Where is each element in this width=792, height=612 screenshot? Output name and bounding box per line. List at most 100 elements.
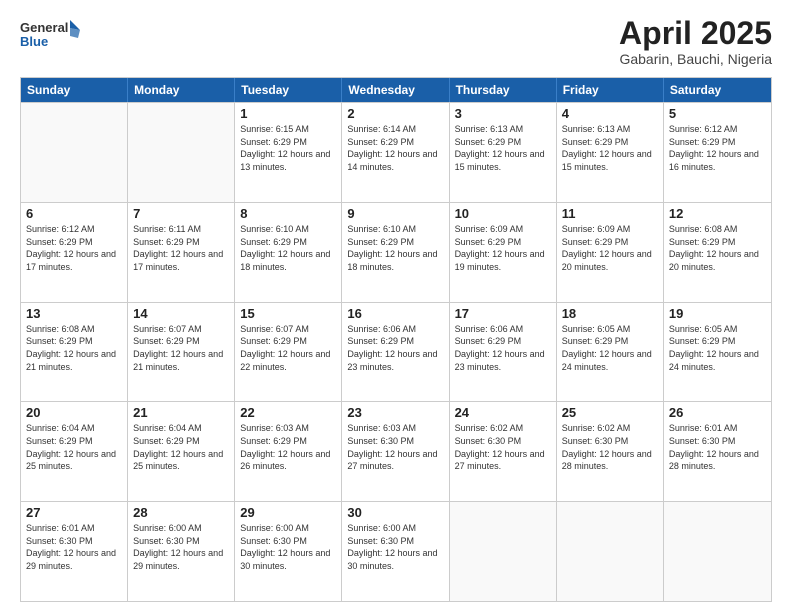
- day-number: 8: [240, 206, 336, 221]
- calendar-body: 1 Sunrise: 6:15 AM Sunset: 6:29 PM Daylig…: [21, 102, 771, 601]
- cal-cell: 12 Sunrise: 6:08 AM Sunset: 6:29 PM Dayli…: [664, 203, 771, 302]
- day-number: 7: [133, 206, 229, 221]
- day-number: 13: [26, 306, 122, 321]
- day-info: Sunrise: 6:08 AM Sunset: 6:29 PM Dayligh…: [26, 323, 122, 373]
- day-info: Sunrise: 6:02 AM Sunset: 6:30 PM Dayligh…: [455, 422, 551, 472]
- day-info: Sunrise: 6:01 AM Sunset: 6:30 PM Dayligh…: [669, 422, 766, 472]
- cal-cell: 6Sunrise: 6:12 AM Sunset: 6:29 PM Daylig…: [21, 203, 128, 302]
- cal-cell: [664, 502, 771, 601]
- cal-cell: 30Sunrise: 6:00 AM Sunset: 6:30 PM Dayli…: [342, 502, 449, 601]
- day-info: Sunrise: 6:07 AM Sunset: 6:29 PM Dayligh…: [133, 323, 229, 373]
- day-number: 20: [26, 405, 122, 420]
- svg-text:Blue: Blue: [20, 34, 48, 49]
- cal-cell: 20 Sunrise: 6:04 AM Sunset: 6:29 PM Dayli…: [21, 402, 128, 501]
- day-info: Sunrise: 6:09 AM Sunset: 6:29 PM Dayligh…: [455, 223, 551, 273]
- cal-header-day: Sunday: [21, 78, 128, 102]
- cal-cell: 1 Sunrise: 6:15 AM Sunset: 6:29 PM Daylig…: [235, 103, 342, 202]
- day-info: Sunrise: 6:13 AM Sunset: 6:29 PM Dayligh…: [455, 123, 551, 173]
- cal-cell: 13 Sunrise: 6:08 AM Sunset: 6:29 PM Dayli…: [21, 303, 128, 402]
- day-number: 14: [133, 306, 229, 321]
- calendar: SundayMondayTuesdayWednesdayThursdayFrid…: [20, 77, 772, 602]
- day-info: Sunrise: 6:05 AM Sunset: 6:29 PM Dayligh…: [562, 323, 658, 373]
- day-number: 26: [669, 405, 766, 420]
- day-number: 4: [562, 106, 658, 121]
- day-number: 5: [669, 106, 766, 121]
- cal-week-3: 13 Sunrise: 6:08 AM Sunset: 6:29 PM Dayli…: [21, 302, 771, 402]
- cal-cell: 9 Sunrise: 6:10 AM Sunset: 6:29 PM Daylig…: [342, 203, 449, 302]
- title-block: April 2025 Gabarin, Bauchi, Nigeria: [619, 16, 772, 67]
- day-number: 11: [562, 206, 658, 221]
- day-number: 23: [347, 405, 443, 420]
- cal-cell: 4 Sunrise: 6:13 AM Sunset: 6:29 PM Daylig…: [557, 103, 664, 202]
- cal-cell: 7 Sunrise: 6:11 AM Sunset: 6:29 PM Daylig…: [128, 203, 235, 302]
- cal-cell: 23 Sunrise: 6:03 AM Sunset: 6:30 PM Dayli…: [342, 402, 449, 501]
- cal-cell: 2Sunrise: 6:14 AM Sunset: 6:29 PM Daylig…: [342, 103, 449, 202]
- cal-cell: 26 Sunrise: 6:01 AM Sunset: 6:30 PM Dayli…: [664, 402, 771, 501]
- day-info: Sunrise: 6:01 AM Sunset: 6:30 PM Dayligh…: [26, 522, 122, 572]
- cal-cell: 24 Sunrise: 6:02 AM Sunset: 6:30 PM Dayli…: [450, 402, 557, 501]
- day-info: Sunrise: 6:10 AM Sunset: 6:29 PM Dayligh…: [240, 223, 336, 273]
- calendar-subtitle: Gabarin, Bauchi, Nigeria: [619, 51, 772, 67]
- day-info: Sunrise: 6:05 AM Sunset: 6:29 PM Dayligh…: [669, 323, 766, 373]
- day-number: 12: [669, 206, 766, 221]
- day-number: 28: [133, 505, 229, 520]
- cal-cell: 25Sunrise: 6:02 AM Sunset: 6:30 PM Dayli…: [557, 402, 664, 501]
- day-number: 19: [669, 306, 766, 321]
- cal-cell: 19 Sunrise: 6:05 AM Sunset: 6:29 PM Dayli…: [664, 303, 771, 402]
- day-number: 16: [347, 306, 443, 321]
- cal-cell: 15Sunrise: 6:07 AM Sunset: 6:29 PM Dayli…: [235, 303, 342, 402]
- cal-header-day: Friday: [557, 78, 664, 102]
- day-info: Sunrise: 6:13 AM Sunset: 6:29 PM Dayligh…: [562, 123, 658, 173]
- cal-week-4: 20 Sunrise: 6:04 AM Sunset: 6:29 PM Dayli…: [21, 401, 771, 501]
- page: General Blue April 2025 Gabarin, Bauchi,…: [0, 0, 792, 612]
- day-info: Sunrise: 6:00 AM Sunset: 6:30 PM Dayligh…: [133, 522, 229, 572]
- logo-svg: General Blue: [20, 16, 80, 56]
- cal-week-2: 6Sunrise: 6:12 AM Sunset: 6:29 PM Daylig…: [21, 202, 771, 302]
- day-info: Sunrise: 6:12 AM Sunset: 6:29 PM Dayligh…: [669, 123, 766, 173]
- day-number: 29: [240, 505, 336, 520]
- day-info: Sunrise: 6:10 AM Sunset: 6:29 PM Dayligh…: [347, 223, 443, 273]
- day-info: Sunrise: 6:06 AM Sunset: 6:29 PM Dayligh…: [347, 323, 443, 373]
- cal-cell: 5 Sunrise: 6:12 AM Sunset: 6:29 PM Daylig…: [664, 103, 771, 202]
- cal-cell: 11Sunrise: 6:09 AM Sunset: 6:29 PM Dayli…: [557, 203, 664, 302]
- day-info: Sunrise: 6:08 AM Sunset: 6:29 PM Dayligh…: [669, 223, 766, 273]
- day-number: 24: [455, 405, 551, 420]
- cal-cell: 10 Sunrise: 6:09 AM Sunset: 6:29 PM Dayli…: [450, 203, 557, 302]
- day-number: 22: [240, 405, 336, 420]
- day-number: 27: [26, 505, 122, 520]
- day-number: 1: [240, 106, 336, 121]
- cal-cell: 17 Sunrise: 6:06 AM Sunset: 6:29 PM Dayli…: [450, 303, 557, 402]
- day-info: Sunrise: 6:12 AM Sunset: 6:29 PM Dayligh…: [26, 223, 122, 273]
- cal-cell: 8 Sunrise: 6:10 AM Sunset: 6:29 PM Daylig…: [235, 203, 342, 302]
- day-number: 15: [240, 306, 336, 321]
- day-info: Sunrise: 6:11 AM Sunset: 6:29 PM Dayligh…: [133, 223, 229, 273]
- cal-cell: [450, 502, 557, 601]
- cal-cell: [21, 103, 128, 202]
- cal-header-day: Wednesday: [342, 78, 449, 102]
- day-info: Sunrise: 6:02 AM Sunset: 6:30 PM Dayligh…: [562, 422, 658, 472]
- day-info: Sunrise: 6:04 AM Sunset: 6:29 PM Dayligh…: [26, 422, 122, 472]
- day-info: Sunrise: 6:00 AM Sunset: 6:30 PM Dayligh…: [240, 522, 336, 572]
- cal-cell: 3Sunrise: 6:13 AM Sunset: 6:29 PM Daylig…: [450, 103, 557, 202]
- calendar-header-row: SundayMondayTuesdayWednesdayThursdayFrid…: [21, 78, 771, 102]
- cal-cell: 16 Sunrise: 6:06 AM Sunset: 6:29 PM Dayli…: [342, 303, 449, 402]
- day-number: 17: [455, 306, 551, 321]
- svg-text:General: General: [20, 20, 68, 35]
- day-info: Sunrise: 6:15 AM Sunset: 6:29 PM Dayligh…: [240, 123, 336, 173]
- calendar-title: April 2025: [619, 16, 772, 51]
- day-info: Sunrise: 6:06 AM Sunset: 6:29 PM Dayligh…: [455, 323, 551, 373]
- cal-cell: 18Sunrise: 6:05 AM Sunset: 6:29 PM Dayli…: [557, 303, 664, 402]
- day-info: Sunrise: 6:00 AM Sunset: 6:30 PM Dayligh…: [347, 522, 443, 572]
- cal-cell: [557, 502, 664, 601]
- day-number: 10: [455, 206, 551, 221]
- cal-header-day: Saturday: [664, 78, 771, 102]
- day-number: 9: [347, 206, 443, 221]
- day-info: Sunrise: 6:03 AM Sunset: 6:30 PM Dayligh…: [347, 422, 443, 472]
- cal-week-5: 27 Sunrise: 6:01 AM Sunset: 6:30 PM Dayli…: [21, 501, 771, 601]
- cal-header-day: Thursday: [450, 78, 557, 102]
- cal-cell: 14 Sunrise: 6:07 AM Sunset: 6:29 PM Dayli…: [128, 303, 235, 402]
- day-number: 21: [133, 405, 229, 420]
- header: General Blue April 2025 Gabarin, Bauchi,…: [20, 16, 772, 67]
- cal-cell: 28 Sunrise: 6:00 AM Sunset: 6:30 PM Dayli…: [128, 502, 235, 601]
- cal-week-1: 1 Sunrise: 6:15 AM Sunset: 6:29 PM Daylig…: [21, 102, 771, 202]
